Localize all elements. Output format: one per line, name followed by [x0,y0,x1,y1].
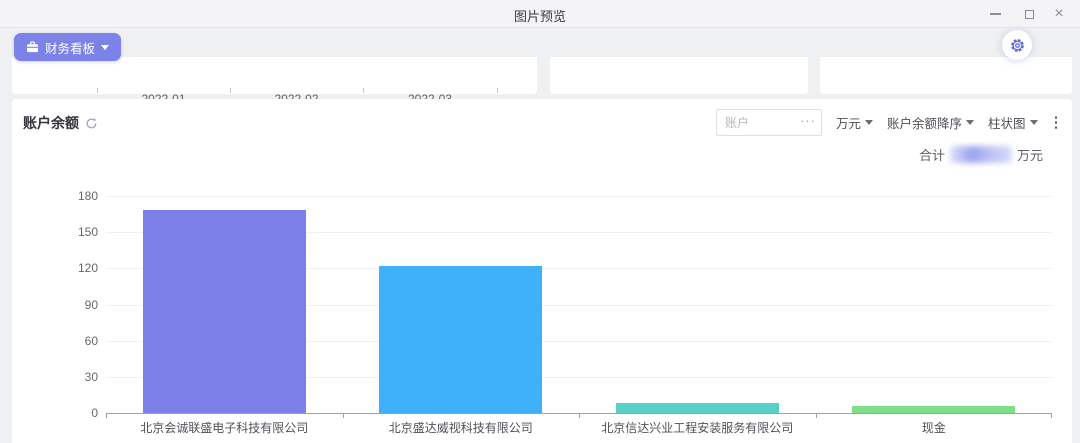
bar-2[interactable] [379,266,542,413]
unit-dropdown[interactable]: 万元 [836,113,873,132]
tick-mark [97,88,98,93]
total-value-redacted [950,146,1012,163]
minimize-icon [990,13,1001,15]
chevron-down-icon [865,120,873,125]
x-axis-category-label: 北京盛达威视科技有限公司 [343,419,580,436]
y-axis-tick-label: 0 [12,406,98,420]
tick-mark [579,413,580,418]
settings-button[interactable] [1002,30,1032,60]
y-axis-tick-label: 150 [12,225,98,239]
partial-chart-card-3 [820,57,1072,94]
sort-dropdown[interactable]: 账户余额降序 [887,113,974,132]
partial-chart-card-1: 2022-012022-022022-03 [12,57,537,94]
refresh-icon[interactable] [85,117,98,130]
x-axis-category-label: 现金 [816,419,1053,436]
x-axis-category-label: 北京信达兴业工程安装服务有限公司 [579,419,816,436]
tick-mark [497,88,498,93]
minimize-button[interactable] [978,0,1012,28]
panel-title: 账户余额 [23,113,79,133]
dashboard-selector-button[interactable]: 财务看板 [14,33,121,61]
tick-mark [106,413,107,418]
chart-type-dropdown-label: 柱状图 [988,113,1026,132]
y-axis-tick-label: 120 [12,261,98,275]
window-titlebar: 图片预览 × [0,0,1080,28]
panel-header: 账户余额 ··· 万元 账户余额降序 柱状图 [12,99,1072,139]
bar-1[interactable] [143,210,306,413]
y-axis-tick-label: 60 [12,334,98,348]
tick-mark [343,413,344,418]
close-icon: × [1054,5,1063,23]
total-label: 合计 [919,145,945,164]
bar-3[interactable] [616,403,779,413]
dashboard-strip: 2022-012022-022022-03 财务看板 [0,28,1080,97]
unit-dropdown-label: 万元 [836,113,861,132]
maximize-icon [1025,10,1034,19]
panel-controls: ··· 万元 账户余额降序 柱状图 [716,109,1060,136]
tick-mark [363,88,364,93]
chevron-down-icon [1030,120,1038,125]
close-button[interactable]: × [1042,0,1076,28]
total-row: 合计 万元 [919,145,1043,164]
dashboard-selector-label: 财务看板 [45,38,95,57]
more-menu-button[interactable] [1052,114,1061,131]
tick-mark [1051,413,1052,418]
bar-4[interactable] [852,406,1015,413]
y-axis-tick-label: 30 [12,370,98,384]
gridline [106,196,1052,197]
chevron-down-icon [966,120,974,125]
account-filter: ··· [716,109,822,136]
gear-icon [1009,37,1026,54]
partial-chart-card-2 [550,57,808,94]
balance-chart-plot [106,196,1052,413]
tick-mark [816,413,817,418]
account-balance-panel: 账户余额 ··· 万元 账户余额降序 柱状图 [12,99,1072,443]
x-axis-category-label: 北京会诚联盛电子科技有限公司 [106,419,343,436]
y-axis-tick-label: 180 [12,189,98,203]
sort-dropdown-label: 账户余额降序 [887,113,962,132]
filter-more-button[interactable]: ··· [800,113,816,128]
maximize-button[interactable] [1012,0,1046,28]
y-axis-tick-label: 90 [12,298,98,312]
chart-type-dropdown[interactable]: 柱状图 [988,113,1038,132]
y-axis-labels: 0306090120150180 [12,196,98,413]
chevron-down-icon [101,45,109,50]
briefcase-icon [26,41,39,53]
x-axis-labels: 北京会诚联盛电子科技有限公司北京盛达威视科技有限公司北京信达兴业工程安装服务有限… [106,419,1052,439]
window-title: 图片预览 [0,6,1080,25]
total-unit: 万元 [1017,145,1043,164]
tick-mark [230,88,231,93]
